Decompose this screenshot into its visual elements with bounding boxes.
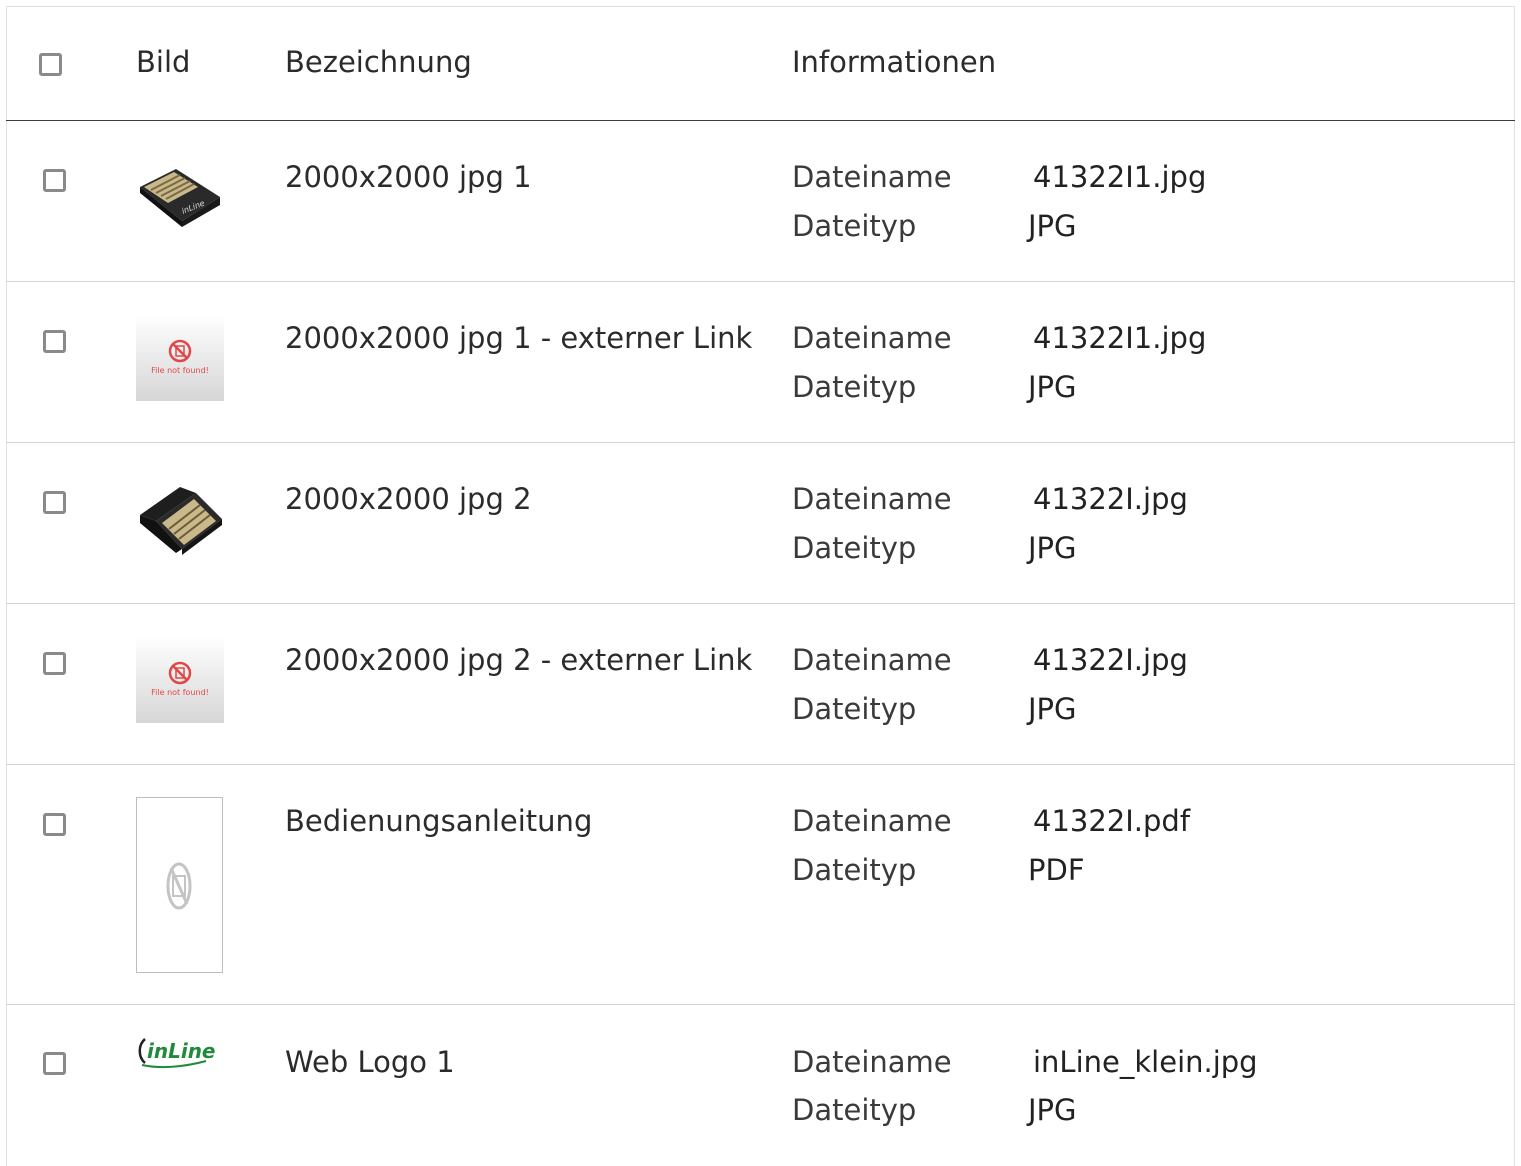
row-checkbox[interactable]: [43, 813, 66, 836]
info-label-filetype: Dateityp: [792, 370, 917, 404]
info-label-filename: Dateiname: [792, 643, 952, 677]
row-name: Bedienungsanleitung: [285, 804, 593, 838]
info-value-filename: 41322I1.jpg: [1033, 321, 1207, 355]
table-header: Bild Bezeichnung Informationen: [6, 6, 1515, 121]
info-label-filetype: Dateityp: [792, 853, 917, 887]
info-label-filename: Dateiname: [792, 804, 952, 838]
svg-text:File not found!: File not found!: [151, 366, 209, 375]
info-value-filetype: JPG: [1028, 692, 1077, 726]
column-header-image[interactable]: Bild: [136, 44, 190, 80]
row-name: 2000x2000 jpg 2 - externer Link: [285, 643, 753, 677]
info-label-filename: Dateiname: [792, 482, 952, 516]
row-checkbox[interactable]: [43, 491, 66, 514]
usb-adapter-thumbnail[interactable]: inLine: [136, 157, 224, 239]
table-row[interactable]: 2000x2000 jpg 2 Dateiname 41322I.jpg Dat…: [6, 443, 1515, 604]
row-checkbox[interactable]: [43, 169, 66, 192]
usb-adapter-thumbnail[interactable]: [136, 479, 224, 561]
table-row[interactable]: Bedienungsanleitung Dateiname 41322I.pdf…: [6, 765, 1515, 1005]
table-row[interactable]: inLine 2000x2000 jpg 1 Dateiname 41322I1…: [6, 121, 1515, 282]
row-checkbox[interactable]: [43, 330, 66, 353]
info-label-filetype: Dateityp: [792, 209, 917, 243]
info-value-filename: 41322I1.jpg: [1033, 160, 1207, 194]
file-not-found-thumbnail[interactable]: File not found!: [136, 636, 224, 723]
row-checkbox[interactable]: [43, 652, 66, 675]
svg-text:File not found!: File not found!: [151, 688, 209, 697]
inline-logo-thumbnail[interactable]: inLine: [136, 1033, 228, 1069]
info-value-filename: inLine_klein.jpg: [1033, 1045, 1258, 1079]
info-value-filetype: JPG: [1028, 531, 1077, 565]
info-label-filetype: Dateityp: [792, 692, 917, 726]
info-value-filename: 41322I.pdf: [1033, 804, 1191, 838]
svg-text:inLine: inLine: [147, 1039, 216, 1063]
row-name: 2000x2000 jpg 1: [285, 160, 532, 194]
info-label-filename: Dateiname: [792, 160, 952, 194]
info-label-filetype: Dateityp: [792, 531, 917, 565]
info-value-filetype: JPG: [1028, 370, 1077, 404]
info-label-filename: Dateiname: [792, 1045, 952, 1079]
table-row[interactable]: File not found! 2000x2000 jpg 1 - extern…: [6, 282, 1515, 443]
row-checkbox[interactable]: [43, 1052, 66, 1075]
file-not-found-thumbnail[interactable]: File not found!: [136, 314, 224, 401]
info-value-filename: 41322I.jpg: [1033, 482, 1188, 516]
info-label-filetype: Dateityp: [792, 1093, 917, 1127]
info-value-filetype: JPG: [1028, 1093, 1077, 1127]
table-row[interactable]: File not found! 2000x2000 jpg 2 - extern…: [6, 604, 1515, 765]
row-name: Web Logo 1: [285, 1045, 455, 1079]
select-all-checkbox[interactable]: [39, 53, 62, 76]
info-value-filetype: JPG: [1028, 209, 1077, 243]
column-header-name[interactable]: Bezeichnung: [285, 44, 472, 80]
row-name: 2000x2000 jpg 1 - externer Link: [285, 321, 753, 355]
info-label-filename: Dateiname: [792, 321, 952, 355]
column-header-info: Informationen: [792, 45, 997, 79]
info-value-filename: 41322I.jpg: [1033, 643, 1188, 677]
info-value-filetype: PDF: [1028, 853, 1085, 887]
table-row[interactable]: inLine Web Logo 1 Dateiname inLine_klein…: [6, 1005, 1515, 1160]
pdf-document-thumbnail[interactable]: [136, 797, 223, 973]
row-name: 2000x2000 jpg 2: [285, 482, 532, 516]
